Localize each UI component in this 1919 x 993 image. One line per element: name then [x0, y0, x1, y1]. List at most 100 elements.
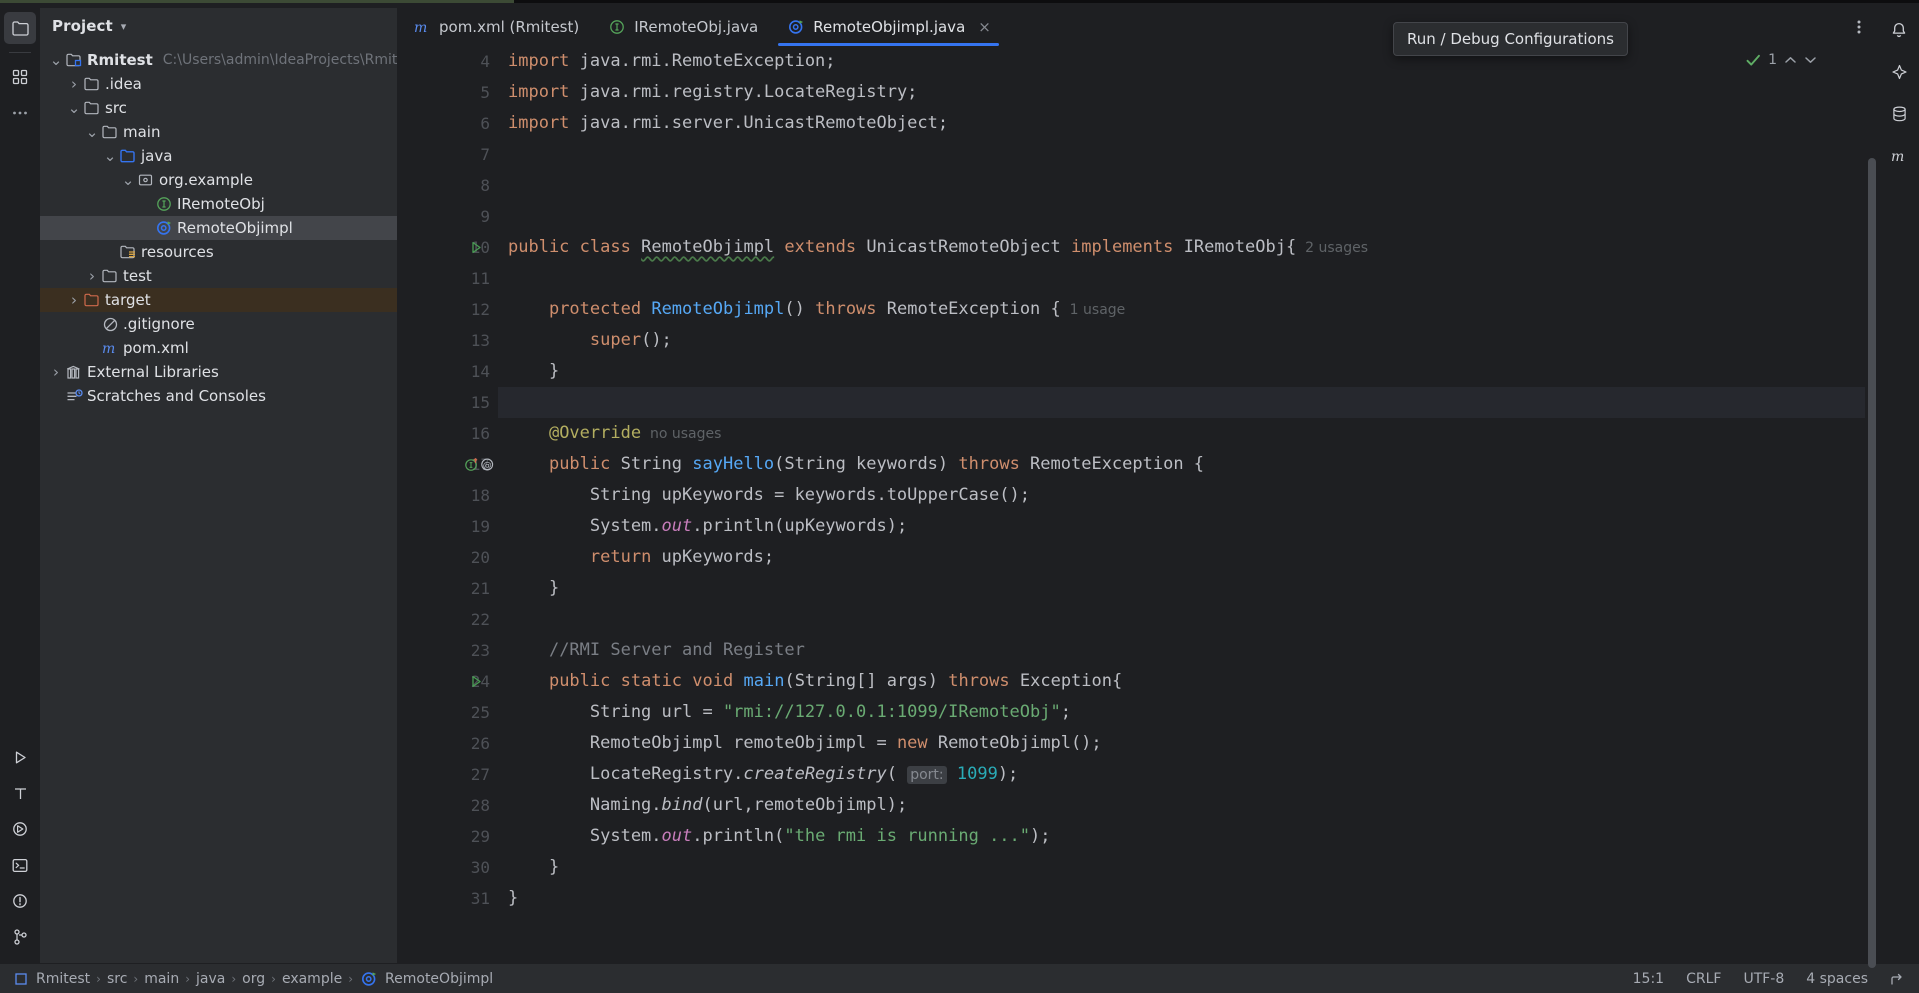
tree-item-scratches-and-consoles[interactable]: Scratches and Consoles — [40, 384, 397, 408]
code-line[interactable] — [498, 139, 1865, 170]
gutter-line[interactable]: 21 — [398, 573, 498, 604]
gutter-line[interactable]: 8 — [398, 170, 498, 201]
indent-setting[interactable]: 4 spaces — [1806, 971, 1868, 987]
implementing-method-gutter-icon[interactable]: @ — [464, 457, 495, 472]
inspection-widget[interactable]: 1 — [1746, 52, 1817, 68]
code-line[interactable]: super(); — [498, 325, 1865, 356]
gutter-line[interactable]: 19 — [398, 511, 498, 542]
code-line[interactable]: } — [498, 356, 1865, 387]
run-gutter-icon[interactable] — [470, 675, 483, 688]
code-line[interactable]: System.out.println("the rmi is running .… — [498, 821, 1865, 852]
gutter-line[interactable]: 20 — [398, 542, 498, 573]
project-tree[interactable]: ⌄ Rmitest C:\Users\admin\IdeaProjects\Rmit… — [40, 44, 397, 963]
terminal-tool-button[interactable] — [4, 849, 36, 881]
tree-item-main[interactable]: ⌄ main — [40, 120, 397, 144]
code-line[interactable]: } — [498, 883, 1865, 914]
code-line[interactable] — [498, 263, 1865, 294]
gutter-line[interactable]: 12 — [398, 294, 498, 325]
breadcrumb-item[interactable]: main — [144, 971, 179, 987]
breadcrumb-item[interactable]: java — [196, 971, 225, 987]
chevron-right-icon[interactable]: › — [66, 291, 82, 309]
more-tool-windows-button[interactable] — [4, 97, 36, 129]
editor-tabs-actions[interactable] — [1851, 8, 1879, 46]
tree-item-java[interactable]: ⌄ java — [40, 144, 397, 168]
editor-scrollbar[interactable] — [1865, 46, 1879, 968]
version-control-tool-button[interactable] — [4, 921, 36, 953]
file-encoding[interactable]: UTF-8 — [1743, 971, 1784, 987]
editor-tab-iremoteobj-java[interactable]: IRemoteObj.java — [593, 8, 772, 46]
tree-item-src[interactable]: ⌄ src — [40, 96, 397, 120]
gutter-line[interactable]: 18 — [398, 480, 498, 511]
structure-tool-button[interactable] — [4, 61, 36, 93]
line-separator[interactable]: CRLF — [1686, 971, 1721, 987]
gutter-line[interactable]: 26 — [398, 728, 498, 759]
code-line[interactable]: //RMI Server and Register — [498, 635, 1865, 666]
gutter-line[interactable]: 4 — [398, 46, 498, 77]
gutter-line[interactable]: 29 — [398, 821, 498, 852]
run-tool-button[interactable] — [4, 741, 36, 773]
gutter-line[interactable]: 31 — [398, 883, 498, 914]
chevron-right-icon[interactable]: › — [66, 75, 82, 93]
editor-tab-remoteobjimpl-java[interactable]: RemoteObjimpl.java × — [772, 8, 1005, 46]
gutter-line[interactable]: 10 — [398, 232, 498, 263]
database-button[interactable] — [1883, 98, 1915, 130]
gutter-line[interactable]: 24 — [398, 666, 498, 697]
code-line[interactable]: LocateRegistry.createRegistry( port: 109… — [498, 759, 1865, 790]
code-line[interactable]: @Override no usages — [498, 418, 1865, 449]
breadcrumb-item[interactable]: org — [242, 971, 265, 987]
code-line[interactable] — [498, 201, 1865, 232]
editor-gutter[interactable]: 4 5 6 7 8 9 10 11 12 13 14 15 16 @17 18 19 20 21 22 23 24 25 2… — [398, 46, 498, 963]
todo-tool-button[interactable] — [4, 777, 36, 809]
tree-item-test[interactable]: › test — [40, 264, 397, 288]
code-line[interactable]: public String sayHello(String keywords) … — [498, 449, 1865, 480]
close-icon[interactable]: × — [978, 18, 991, 36]
project-tool-button[interactable] — [4, 12, 36, 44]
code-line[interactable]: import java.rmi.RemoteException; — [498, 46, 1865, 77]
code-line[interactable]: protected RemoteObjimpl() throws RemoteE… — [498, 294, 1865, 325]
tree-item-resources[interactable]: resources — [40, 240, 397, 264]
code-line[interactable] — [498, 604, 1865, 635]
ai-assistant-button[interactable] — [1883, 56, 1915, 88]
gutter-line[interactable]: 25 — [398, 697, 498, 728]
code-line[interactable]: public class RemoteObjimpl extends Unica… — [498, 232, 1865, 263]
chevron-down-icon[interactable]: ⌄ — [48, 53, 64, 68]
more-vertical-icon[interactable] — [1851, 18, 1867, 36]
breadcrumb-item[interactable]: Rmitest — [36, 971, 90, 987]
notifications-button[interactable] — [1883, 14, 1915, 46]
chevron-down-icon[interactable]: ⌄ — [102, 149, 118, 164]
maven-tool-button[interactable]: m — [1883, 140, 1915, 172]
tree-item-iremoteobj[interactable]: IRemoteObj — [40, 192, 397, 216]
code-line[interactable]: System.out.println(upKeywords); — [498, 511, 1865, 542]
tree-item-rmitest[interactable]: ⌄ Rmitest C:\Users\admin\IdeaProjects\Rmit… — [40, 48, 397, 72]
gutter-line[interactable]: 7 — [398, 139, 498, 170]
editor-scrollbar-thumb[interactable] — [1868, 158, 1876, 968]
code-line[interactable] — [498, 170, 1865, 201]
tree-item-org-example[interactable]: ⌄ org.example — [40, 168, 397, 192]
breadcrumb-item[interactable]: RemoteObjimpl — [385, 971, 493, 987]
gutter-line[interactable]: 27 — [398, 759, 498, 790]
git-branch-status-icon[interactable] — [1890, 971, 1905, 986]
gutter-line[interactable]: 13 — [398, 325, 498, 356]
gutter-line[interactable]: 9 — [398, 201, 498, 232]
code-line[interactable]: String upKeywords = keywords.toUpperCase… — [498, 480, 1865, 511]
debug-tool-button[interactable] — [4, 813, 36, 845]
chevron-down-icon[interactable]: ▾ — [121, 20, 127, 33]
code-line[interactable]: } — [498, 852, 1865, 883]
chevron-down-icon[interactable]: ⌄ — [120, 173, 136, 188]
editor-tab-pom-xml-rmitest[interactable]: m pom.xml (Rmitest) — [398, 8, 593, 46]
gutter-line[interactable]: 11 — [398, 263, 498, 294]
prev-problem-icon[interactable] — [1784, 55, 1797, 65]
chevron-down-icon[interactable]: ⌄ — [84, 125, 100, 140]
run-gutter-icon[interactable] — [470, 241, 483, 254]
gutter-line[interactable]: 5 — [398, 77, 498, 108]
gutter-line[interactable]: 16 — [398, 418, 498, 449]
code-line[interactable]: } — [498, 573, 1865, 604]
code-line[interactable]: import java.rmi.registry.LocateRegistry; — [498, 77, 1865, 108]
code-line[interactable]: import java.rmi.server.UnicastRemoteObje… — [498, 108, 1865, 139]
code-line[interactable]: public static void main(String[] args) t… — [498, 666, 1865, 697]
tree-item-pom-xml[interactable]: m pom.xml — [40, 336, 397, 360]
code-line[interactable]: return upKeywords; — [498, 542, 1865, 573]
breadcrumb-item[interactable]: src — [107, 971, 127, 987]
editor-tab-bar[interactable]: m pom.xml (Rmitest) IRemoteObj.java RemoteO… — [398, 8, 1879, 46]
gutter-line[interactable]: 15 — [398, 387, 498, 418]
